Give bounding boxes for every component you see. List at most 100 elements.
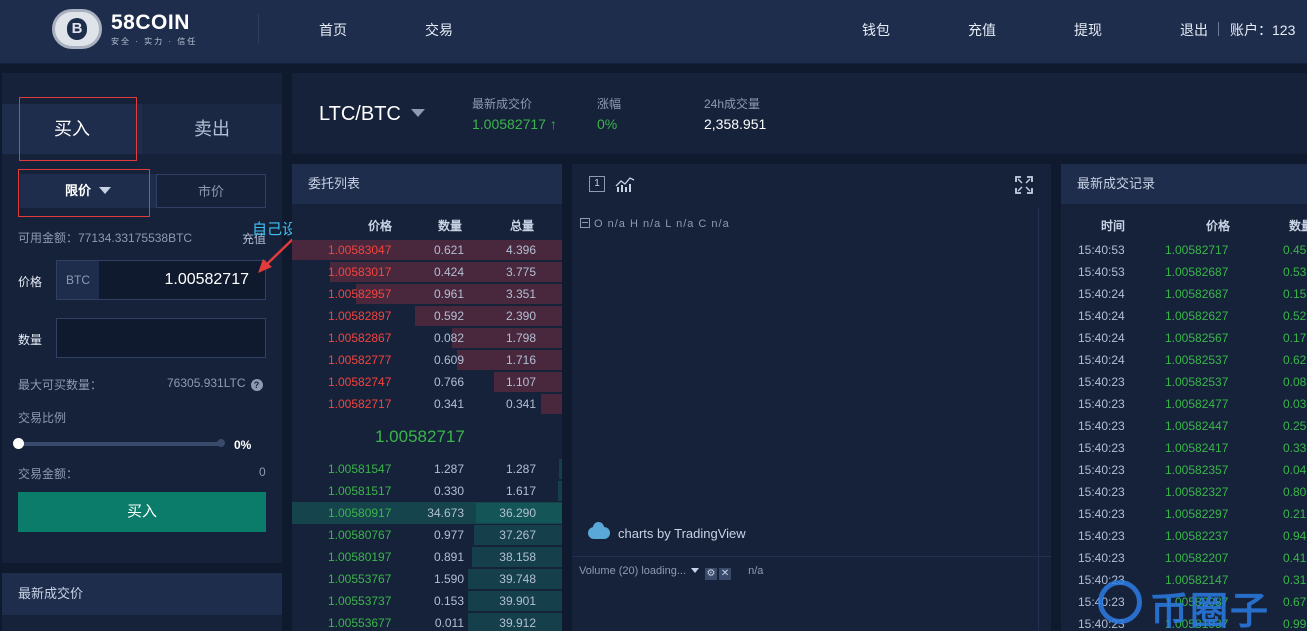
- interval-button[interactable]: 1: [589, 176, 605, 192]
- quantity-input[interactable]: [56, 318, 266, 358]
- ask-total: 1.716: [505, 353, 536, 367]
- ratio-slider-handle[interactable]: [13, 438, 24, 449]
- trade-time: 15:40:23: [1078, 485, 1125, 499]
- bid-price: 1.00581517: [328, 484, 392, 498]
- trade-qty: 0.15: [1283, 287, 1307, 301]
- trade-time: 15:40:23: [1078, 463, 1125, 477]
- bid-row[interactable]: 1.00581547 1.287 1.287: [292, 458, 562, 480]
- trade-price: 1.00582447: [1165, 419, 1229, 433]
- ask-row[interactable]: 1.00582957 0.961 3.351: [292, 283, 562, 305]
- bid-row[interactable]: 1.00553677 0.011 39.912: [292, 612, 562, 631]
- ask-row[interactable]: 1.00583017 0.424 3.775: [292, 261, 562, 283]
- nav-deposit[interactable]: 充值: [968, 20, 996, 40]
- nav-separator: [1218, 22, 1219, 36]
- logo[interactable]: B 58COIN 安全 · 实力 · 信任: [52, 9, 197, 49]
- tradingview-text: charts by TradingView: [618, 526, 746, 541]
- bid-price: 1.00553677: [328, 616, 392, 630]
- trade-time: 15:40:23: [1078, 529, 1125, 543]
- ask-price: 1.00583047: [328, 243, 392, 257]
- nav-withdraw[interactable]: 提现: [1074, 20, 1102, 40]
- trade-time: 15:40:24: [1078, 353, 1125, 367]
- close-icon[interactable]: ✕: [719, 568, 732, 580]
- trade-price: 1.00582537: [1165, 375, 1229, 389]
- nav-logout[interactable]: 退出: [1180, 20, 1208, 40]
- trade-row: 15:40:23 1.00582417 0.33: [1061, 437, 1307, 459]
- fullscreen-icon[interactable]: [1015, 176, 1033, 194]
- trade-qty: 0.03: [1283, 397, 1307, 411]
- price-input[interactable]: BTC 1.00582717: [56, 260, 266, 300]
- ask-qty: 0.424: [433, 265, 464, 279]
- order-form-panel: 买入 卖出 限价 市价 可用金额：77134.33175538BTC 充值 价格…: [2, 73, 282, 563]
- arrow-up-icon: ↑: [549, 116, 557, 132]
- trade-row: 15:40:53 1.00582687 0.53: [1061, 261, 1307, 283]
- bid-row[interactable]: 1.00581517 0.330 1.617: [292, 480, 562, 502]
- trade-time: 15:40:24: [1078, 287, 1125, 301]
- trade-price: 1.00582297: [1165, 507, 1229, 521]
- nav-account[interactable]: 账户：123: [1230, 20, 1295, 40]
- bid-row[interactable]: 1.00553767 1.590 39.748: [292, 568, 562, 590]
- ask-qty: 0.592: [433, 309, 464, 323]
- ask-row[interactable]: 1.00582867 0.082 1.798: [292, 327, 562, 349]
- bid-total: 37.267: [499, 528, 536, 542]
- quantity-label: 数量: [18, 333, 43, 347]
- ask-price: 1.00582747: [328, 375, 392, 389]
- help-icon[interactable]: ?: [250, 379, 263, 391]
- col-total: 总量: [510, 219, 535, 233]
- ask-row[interactable]: 1.00582897 0.592 2.390: [292, 305, 562, 327]
- nav-home[interactable]: 首页: [319, 20, 347, 40]
- ask-qty: 0.082: [433, 331, 464, 345]
- ask-row[interactable]: 1.00582747 0.766 1.107: [292, 371, 562, 393]
- bid-total: 38.158: [499, 550, 536, 564]
- indicators-icon[interactable]: [615, 176, 635, 192]
- bitcoin-icon: B: [67, 18, 87, 40]
- bid-qty: 1.287: [433, 462, 464, 476]
- trade-time: 15:40:53: [1078, 243, 1125, 257]
- ask-row[interactable]: 1.00582777 0.609 1.716: [292, 349, 562, 371]
- ohlc-legend: O n/a H n/a L n/a C n/a: [580, 218, 730, 230]
- bid-row[interactable]: 1.00553737 0.153 39.901: [292, 590, 562, 612]
- trade-price: 1.00582207: [1165, 551, 1229, 565]
- change-value: 0%: [597, 116, 618, 132]
- trade-price: 1.00582687: [1165, 287, 1229, 301]
- bid-row[interactable]: 1.00580917 34.673 36.290: [292, 502, 562, 524]
- price-scale-divider: [1038, 208, 1039, 631]
- last-price-value: 1.00582717: [472, 116, 546, 132]
- settings-icon[interactable]: ⚙: [705, 568, 718, 580]
- trade-row: 15:40:23 1.00582327 0.80: [1061, 481, 1307, 503]
- volume-value: 2,358.951: [704, 116, 767, 132]
- bid-total: 39.748: [499, 572, 536, 586]
- ask-row[interactable]: 1.00582717 0.341 0.341: [292, 393, 562, 415]
- trade-qty: 0.45: [1283, 243, 1307, 257]
- trade-row: 15:40:24 1.00582627 0.52: [1061, 305, 1307, 327]
- ask-row[interactable]: 1.00583047 0.621 4.396: [292, 239, 562, 261]
- bid-qty: 0.891: [433, 550, 464, 564]
- buy-button[interactable]: 买入: [18, 492, 266, 532]
- nav-trade[interactable]: 交易: [425, 20, 453, 40]
- ratio-slider-track[interactable]: [18, 442, 223, 446]
- nav-wallet[interactable]: 钱包: [862, 20, 890, 40]
- price-chart-panel: 1 O n/a H n/a L n/a C n/a charts by Trad…: [572, 164, 1051, 631]
- trade-qty: 0.25: [1283, 419, 1307, 433]
- trade-row: 15:40:23 1.00582207 0.41: [1061, 547, 1307, 569]
- trade-price: 1.00582717: [1165, 243, 1229, 257]
- col-time: 时间: [1101, 219, 1126, 233]
- volume-pane-divider: [572, 556, 1051, 557]
- tab-sell[interactable]: 卖出: [142, 104, 282, 154]
- ask-qty: 0.961: [433, 287, 464, 301]
- bid-row[interactable]: 1.00580197 0.891 38.158: [292, 546, 562, 568]
- bid-total: 39.912: [499, 616, 536, 630]
- trade-qty: 0.94: [1283, 529, 1307, 543]
- bid-total: 39.901: [499, 594, 536, 608]
- last-price-label: 最新成交价: [472, 97, 533, 111]
- tradingview-attribution[interactable]: charts by TradingView: [588, 522, 746, 541]
- bid-qty: 34.673: [427, 506, 464, 520]
- logo-slogan: 安全 · 实力 · 信任: [111, 36, 198, 46]
- collapse-icon[interactable]: [580, 218, 590, 228]
- trade-price: 1.00582417: [1165, 441, 1229, 455]
- bid-row[interactable]: 1.00580767 0.977 37.267: [292, 524, 562, 546]
- col-price: 价格: [368, 219, 393, 233]
- trade-row: 15:40:23 1.00582297 0.21: [1061, 503, 1307, 525]
- chevron-down-icon[interactable]: [691, 568, 700, 573]
- order-type-market[interactable]: 市价: [156, 174, 266, 208]
- pair-selector[interactable]: LTC/BTC: [319, 103, 425, 126]
